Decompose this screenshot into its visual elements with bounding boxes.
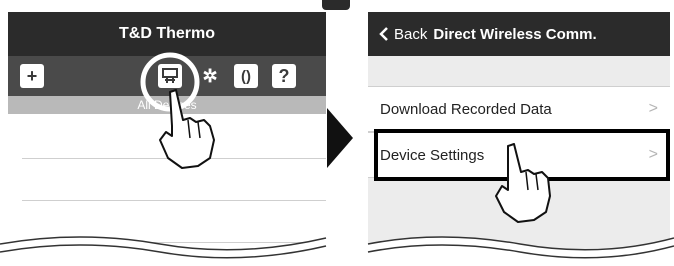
torn-edge-decoration xyxy=(0,236,674,266)
annotation-overlay xyxy=(0,52,674,266)
tap-hand-icon xyxy=(495,143,551,223)
